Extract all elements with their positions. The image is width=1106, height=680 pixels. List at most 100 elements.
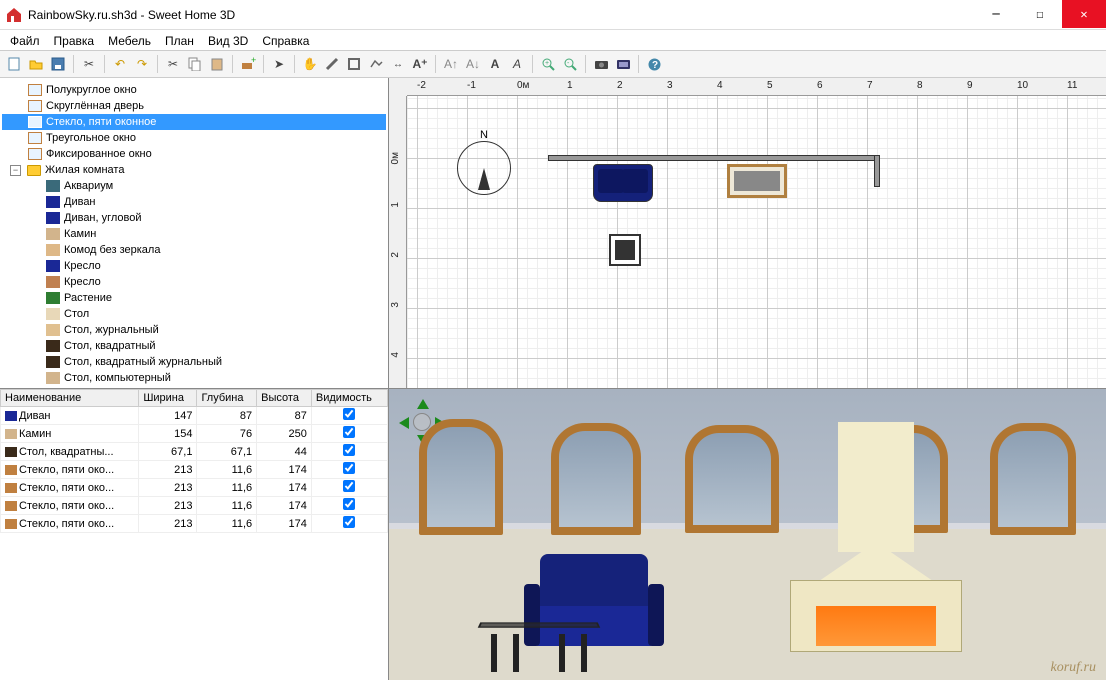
cut-icon[interactable]: ✂	[163, 54, 183, 74]
add-furniture-icon[interactable]: +	[238, 54, 258, 74]
visibility-checkbox[interactable]	[343, 462, 355, 474]
tree-folder[interactable]: −Жилая комната	[2, 162, 386, 178]
menu-furniture[interactable]: Мебель	[102, 32, 157, 48]
plan-panel[interactable]: -2-10м1234567891011 0м12345	[389, 78, 1106, 388]
preferences-icon[interactable]: ✂	[79, 54, 99, 74]
tree-item[interactable]: Стол, квадратный	[2, 338, 386, 354]
row-icon	[5, 447, 17, 457]
create-dimension-icon[interactable]: ↔	[388, 54, 408, 74]
save-icon[interactable]	[48, 54, 68, 74]
minimize-button[interactable]: ─	[974, 0, 1018, 28]
table-row[interactable]: Камин 154 76 250	[1, 425, 388, 443]
zoom-in-icon[interactable]: +	[538, 54, 558, 74]
ruler-vertical: 0м12345	[389, 96, 407, 388]
furniture-icon	[46, 260, 60, 272]
col-depth[interactable]: Глубина	[197, 390, 257, 407]
increase-text-icon[interactable]: A↑	[441, 54, 461, 74]
tree-item[interactable]: Скруглённая дверь	[2, 98, 386, 114]
view3d-canvas[interactable]: koruf.ru	[389, 389, 1106, 680]
tree-item[interactable]: Стол, квадратный журнальный	[2, 354, 386, 370]
menu-file[interactable]: Файл	[4, 32, 46, 48]
tree-item[interactable]: Фиксированное окно	[2, 146, 386, 162]
help-icon[interactable]: ?	[644, 54, 664, 74]
create-room-icon[interactable]	[344, 54, 364, 74]
col-visible[interactable]: Видимость	[311, 390, 387, 407]
paste-icon[interactable]	[207, 54, 227, 74]
plan-fireplace[interactable]	[727, 164, 787, 198]
col-width[interactable]: Ширина	[139, 390, 197, 407]
open-icon[interactable]	[26, 54, 46, 74]
create-polyline-icon[interactable]	[366, 54, 386, 74]
tree-item[interactable]: Стол, журнальный	[2, 322, 386, 338]
redo-icon[interactable]: ↷	[132, 54, 152, 74]
coffeetable3d[interactable]	[479, 612, 599, 672]
new-icon[interactable]	[4, 54, 24, 74]
tree-item[interactable]: Стол, компьютерный	[2, 370, 386, 386]
menu-plan[interactable]: План	[159, 32, 200, 48]
table-row[interactable]: Стол, квадратны... 67,1 67,1 44	[1, 443, 388, 461]
furniture-table[interactable]: Наименование Ширина Глубина Высота Видим…	[0, 389, 388, 533]
tree-item[interactable]: Диван, угловой	[2, 210, 386, 226]
undo-icon[interactable]: ↶	[110, 54, 130, 74]
furniture-tree[interactable]: Полукруглое окноСкруглённая дверьСтекло,…	[0, 78, 388, 388]
menu-help[interactable]: Справка	[256, 32, 315, 48]
expander-icon[interactable]: −	[10, 165, 21, 176]
zoom-out-icon[interactable]: -	[560, 54, 580, 74]
tree-item[interactable]: Стекло, пяти оконное	[2, 114, 386, 130]
tree-item[interactable]: Кресло	[2, 274, 386, 290]
plan-canvas[interactable]: -2-10м1234567891011 0м12345	[389, 78, 1106, 388]
photo-icon[interactable]	[591, 54, 611, 74]
visibility-checkbox[interactable]	[343, 408, 355, 420]
wall[interactable]	[875, 156, 879, 186]
pan-tool-icon[interactable]: ✋	[300, 54, 320, 74]
table-row[interactable]: Стекло, пяти око... 213 11,6 174	[1, 479, 388, 497]
tree-item[interactable]: Диван	[2, 194, 386, 210]
visibility-checkbox[interactable]	[343, 516, 355, 528]
decrease-text-icon[interactable]: A↓	[463, 54, 483, 74]
furniture-icon	[46, 180, 60, 192]
table-row[interactable]: Диван 147 87 87	[1, 407, 388, 425]
nav-up-icon[interactable]	[417, 399, 429, 409]
tree-item[interactable]: Кресло	[2, 258, 386, 274]
maximize-button[interactable]: ☐	[1018, 0, 1062, 28]
bold-icon[interactable]: A	[485, 54, 505, 74]
col-height[interactable]: Высота	[257, 390, 312, 407]
table-row[interactable]: Стекло, пяти око... 213 11,6 174	[1, 461, 388, 479]
tree-item[interactable]: Стол	[2, 306, 386, 322]
tree-item[interactable]: Камин	[2, 226, 386, 242]
tree-item[interactable]: Полукруглое окно	[2, 82, 386, 98]
menu-view3d[interactable]: Вид 3D	[202, 32, 254, 48]
furniture-icon	[46, 276, 60, 288]
svg-text:+: +	[251, 57, 256, 65]
plan-sofa[interactable]	[593, 164, 653, 202]
folder-icon	[27, 165, 41, 176]
tree-item[interactable]: Аквариум	[2, 178, 386, 194]
italic-icon[interactable]: A	[507, 54, 527, 74]
plan-table[interactable]	[609, 234, 641, 266]
tree-item[interactable]: Треугольное окно	[2, 130, 386, 146]
visibility-checkbox[interactable]	[343, 444, 355, 456]
table-row[interactable]: Стекло, пяти око... 213 11,6 174	[1, 497, 388, 515]
create-text-icon[interactable]: A⁺	[410, 54, 430, 74]
visibility-checkbox[interactable]	[343, 426, 355, 438]
ruler-tick: 1	[567, 80, 573, 91]
visibility-checkbox[interactable]	[343, 480, 355, 492]
view3d-panel[interactable]: koruf.ru	[389, 389, 1106, 680]
compass-icon[interactable]	[457, 141, 511, 195]
col-name[interactable]: Наименование	[1, 390, 139, 407]
copy-icon[interactable]	[185, 54, 205, 74]
select-tool-icon[interactable]: ➤	[269, 54, 289, 74]
visibility-checkbox[interactable]	[343, 498, 355, 510]
menu-edit[interactable]: Правка	[48, 32, 101, 48]
ruler-tick: -1	[467, 80, 476, 91]
tree-item[interactable]: Растение	[2, 290, 386, 306]
create-walls-icon[interactable]	[322, 54, 342, 74]
nav-left-icon[interactable]	[399, 417, 409, 429]
furniture-icon	[46, 356, 60, 368]
wall[interactable]	[549, 156, 879, 160]
video-icon[interactable]	[613, 54, 633, 74]
close-button[interactable]: ✕	[1062, 0, 1106, 28]
fireplace3d[interactable]	[776, 422, 976, 652]
table-row[interactable]: Стекло, пяти око... 213 11,6 174	[1, 515, 388, 533]
tree-item[interactable]: Комод без зеркала	[2, 242, 386, 258]
